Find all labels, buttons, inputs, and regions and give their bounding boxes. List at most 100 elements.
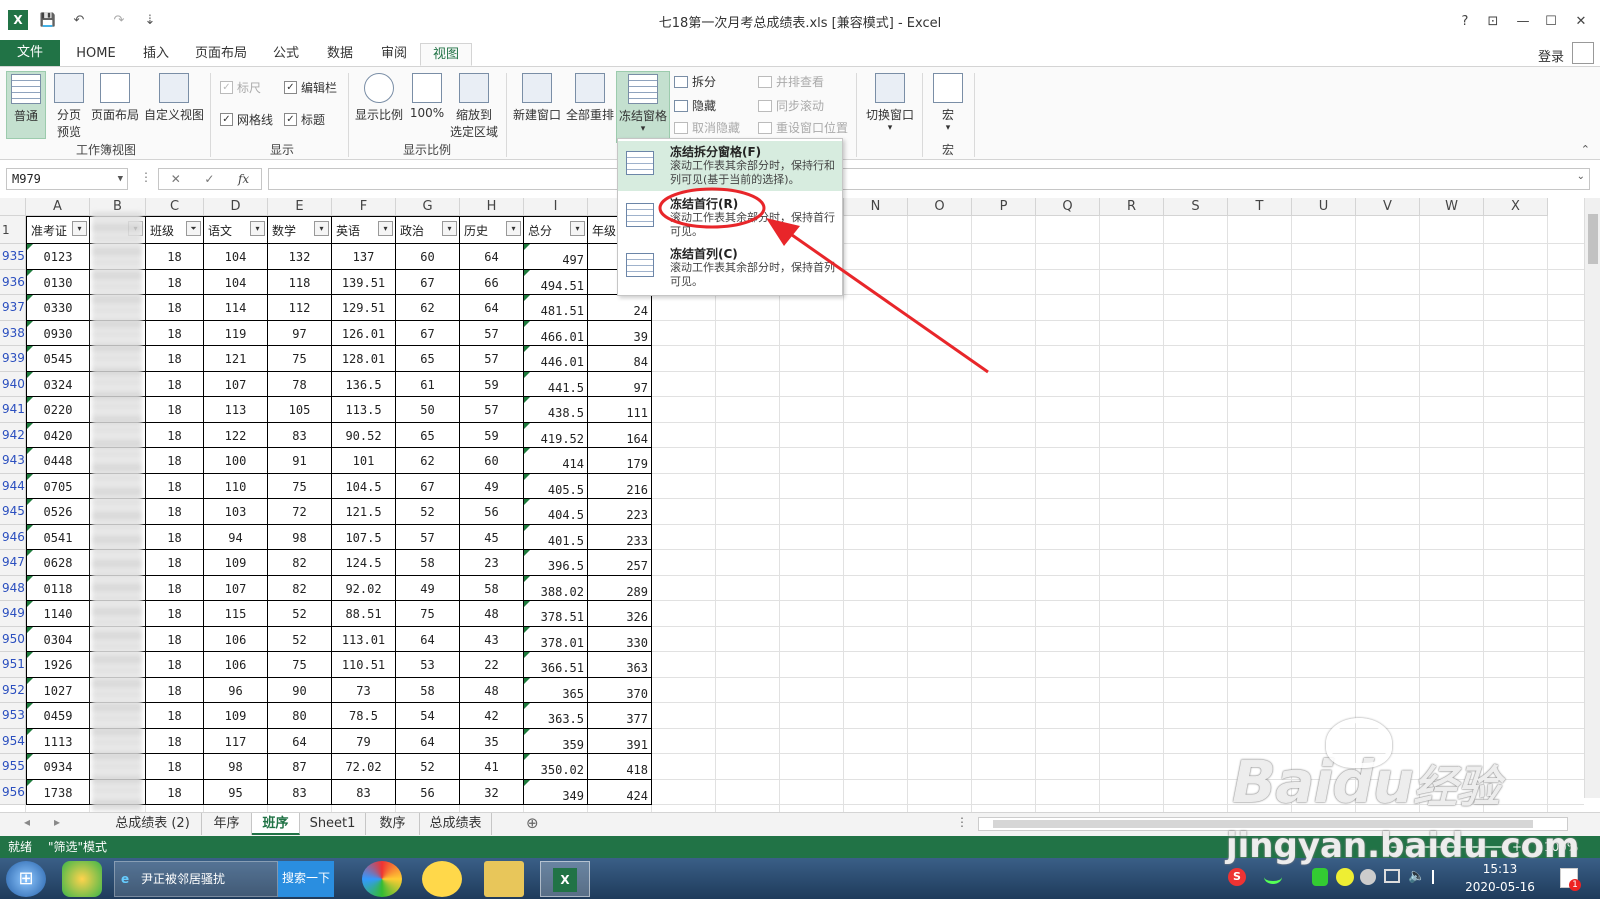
tab-home[interactable]: HOME — [68, 43, 124, 66]
table-cell[interactable]: 56 — [396, 779, 460, 805]
row-header[interactable]: 935 — [0, 244, 26, 270]
table-cell[interactable]: 64 — [396, 728, 460, 754]
table-cell[interactable]: 122 — [204, 422, 268, 448]
table-cell[interactable]: 0459 — [26, 703, 90, 729]
add-sheet-icon[interactable]: ⊕ — [526, 814, 539, 832]
filter-dropdown-icon[interactable]: ▾ — [72, 221, 87, 236]
table-cell[interactable]: 65 — [396, 346, 460, 372]
table-cell[interactable]: 1027 — [26, 677, 90, 703]
cancel-icon[interactable]: ✕ — [171, 172, 181, 186]
page-layout-view-button[interactable]: 页面布局 — [90, 71, 140, 139]
zoom-100-button[interactable]: 100% — [408, 71, 446, 139]
sheet-tab[interactable]: Sheet1 — [300, 813, 366, 835]
column-header[interactable]: C — [146, 198, 204, 216]
table-cell[interactable]: 106 — [204, 626, 268, 652]
table-cell[interactable]: 18 — [146, 397, 204, 423]
table-cell[interactable]: 82 — [268, 575, 332, 601]
table-cell[interactable]: 233 — [588, 524, 652, 550]
table-cell[interactable]: 112 — [268, 295, 332, 321]
tab-view[interactable]: 视图 — [420, 43, 472, 66]
row-header[interactable]: 943 — [0, 448, 26, 474]
table-cell[interactable]: 52 — [268, 626, 332, 652]
table-cell[interactable]: 418 — [588, 754, 652, 780]
table-cell[interactable]: 50 — [396, 397, 460, 423]
sheet-tab[interactable]: 总成绩表 — [420, 813, 492, 835]
table-cell[interactable]: 1113 — [26, 728, 90, 754]
table-cell[interactable]: 349 — [524, 779, 588, 805]
filter-dropdown-icon[interactable]: ▾ — [378, 221, 393, 236]
table-cell[interactable]: 104.5 — [332, 473, 396, 499]
table-cell[interactable]: 73 — [332, 677, 396, 703]
unhide-button[interactable]: 取消隐藏 — [674, 119, 740, 136]
tray-icon[interactable] — [1360, 869, 1376, 885]
table-cell[interactable]: 67 — [396, 320, 460, 346]
header-cell[interactable]: 总分 ▾ — [524, 216, 588, 244]
filter-dropdown-icon[interactable]: ▾ — [442, 221, 457, 236]
table-cell[interactable]: 118 — [268, 269, 332, 295]
table-cell[interactable]: 94 — [204, 524, 268, 550]
table-cell[interactable]: 23 — [460, 550, 524, 576]
table-cell[interactable]: 52 — [396, 754, 460, 780]
table-cell[interactable]: 49 — [396, 575, 460, 601]
table-cell[interactable]: 377 — [588, 703, 652, 729]
table-cell[interactable]: 82 — [268, 550, 332, 576]
table-cell[interactable]: 75 — [268, 473, 332, 499]
table-cell[interactable]: 107 — [204, 575, 268, 601]
tray-plus-icon[interactable] — [1336, 868, 1354, 886]
tab-data[interactable]: 数据 — [318, 43, 362, 66]
table-cell[interactable]: 78.5 — [332, 703, 396, 729]
arrange-all-button[interactable]: 全部重排 — [564, 71, 616, 139]
table-cell[interactable]: 359 — [524, 728, 588, 754]
table-cell[interactable]: 18 — [146, 371, 204, 397]
sheet-next-icon[interactable]: ▸ — [54, 815, 60, 829]
macros-button[interactable]: 宏 ▾ — [926, 71, 970, 139]
header-cell[interactable]: 历史 ▾ — [460, 216, 524, 244]
table-cell[interactable]: 113.01 — [332, 626, 396, 652]
header-cell[interactable]: 准考证 ▾ — [26, 216, 90, 244]
table-cell[interactable]: 92.02 — [332, 575, 396, 601]
table-cell[interactable]: 72 — [268, 499, 332, 525]
table-cell[interactable]: 0330 — [26, 295, 90, 321]
table-cell[interactable]: 104 — [204, 244, 268, 270]
tab-page-layout[interactable]: 页面布局 — [188, 43, 254, 66]
table-cell[interactable]: 98 — [204, 754, 268, 780]
table-cell[interactable]: 64 — [460, 244, 524, 270]
header-cell[interactable]: 英语 ▾ — [332, 216, 396, 244]
clock-date[interactable]: 2020-05-16 — [1462, 880, 1538, 894]
network-icon[interactable] — [1384, 869, 1400, 883]
row-header[interactable]: 951 — [0, 652, 26, 678]
table-cell[interactable]: 52 — [396, 499, 460, 525]
table-cell[interactable]: 32 — [460, 779, 524, 805]
table-cell[interactable]: 289 — [588, 575, 652, 601]
filter-dropdown-icon[interactable]: ▾ — [250, 221, 265, 236]
folder-icon[interactable] — [484, 861, 524, 897]
collapse-ribbon-icon[interactable]: ⌃ — [1581, 143, 1590, 156]
chrome-icon[interactable] — [362, 861, 402, 897]
header-cell[interactable]: 班级 ⏷ — [146, 216, 204, 244]
row-header[interactable]: 938 — [0, 320, 26, 346]
filter-dropdown-icon[interactable]: ▾ — [506, 221, 521, 236]
table-cell[interactable]: 0628 — [26, 550, 90, 576]
start-button[interactable]: ⊞ — [6, 861, 46, 897]
select-all-corner[interactable] — [0, 198, 26, 216]
table-cell[interactable]: 45 — [460, 524, 524, 550]
column-header[interactable]: F — [332, 198, 396, 216]
table-cell[interactable]: 57 — [460, 346, 524, 372]
table-cell[interactable]: 401.5 — [524, 524, 588, 550]
table-cell[interactable]: 121.5 — [332, 499, 396, 525]
table-cell[interactable]: 0130 — [26, 269, 90, 295]
table-cell[interactable]: 18 — [146, 601, 204, 627]
table-cell[interactable]: 366.51 — [524, 652, 588, 678]
table-cell[interactable]: 216 — [588, 473, 652, 499]
table-cell[interactable]: 41 — [460, 754, 524, 780]
row-header[interactable]: 953 — [0, 703, 26, 729]
table-cell[interactable]: 61 — [396, 371, 460, 397]
zoom-button[interactable]: 显示比例 — [352, 71, 406, 139]
table-cell[interactable]: 424 — [588, 779, 652, 805]
row-header[interactable]: 936 — [0, 269, 26, 295]
table-cell[interactable]: 378.01 — [524, 626, 588, 652]
column-header[interactable]: S — [1164, 198, 1228, 216]
avatar[interactable] — [1572, 42, 1594, 64]
table-cell[interactable]: 370 — [588, 677, 652, 703]
table-cell[interactable]: 58 — [460, 575, 524, 601]
